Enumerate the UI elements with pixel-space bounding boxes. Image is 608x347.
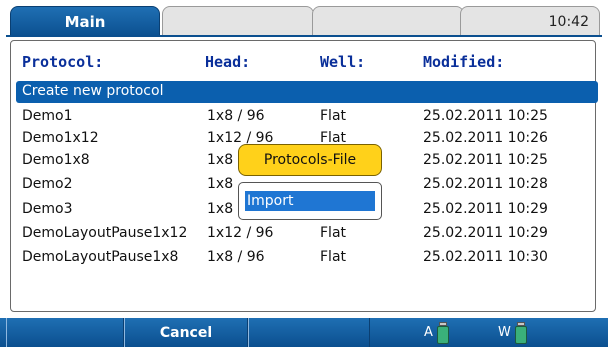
row-name: Demo3	[22, 201, 73, 217]
tab-underline	[6, 35, 602, 37]
row-name: Demo1x8	[22, 152, 90, 168]
row-head: 1x8 / 96	[207, 249, 265, 265]
tab-2[interactable]	[162, 6, 314, 37]
row-name: DemoLayoutPause1x12	[22, 225, 188, 241]
header-modified[interactable]: Modified:	[423, 53, 504, 71]
table-row[interactable]: DemoLayoutPause1x12 1x12 / 96 Flat 25.02…	[16, 223, 598, 245]
protocols-file-popup-title: Protocols-File	[238, 144, 382, 176]
row-well: Flat	[320, 108, 347, 124]
reservoir-a-status: A	[424, 318, 449, 347]
row-head: 1x12 / 96	[207, 225, 274, 241]
row-name: Demo1x12	[22, 130, 99, 146]
softkey-right[interactable]	[248, 318, 370, 347]
clock-tab: 10:42	[460, 6, 600, 36]
row-modified: 25.02.2011 10:29	[423, 201, 548, 217]
table-row[interactable]: DemoLayoutPause1x8 1x8 / 96 Flat 25.02.2…	[16, 247, 598, 269]
header-well[interactable]: Well:	[320, 53, 365, 71]
row-modified: 25.02.2011 10:25	[423, 152, 548, 168]
reservoir-w-label: W	[498, 325, 511, 340]
cancel-button[interactable]: Cancel	[124, 318, 248, 347]
bottle-icon	[514, 321, 527, 344]
row-modified: 25.02.2011 10:25	[423, 108, 548, 124]
header-head[interactable]: Head:	[205, 53, 250, 71]
row-modified: 25.02.2011 10:26	[423, 130, 548, 146]
row-well: Flat	[320, 225, 347, 241]
row-head: 1x8	[207, 201, 234, 217]
popup-title-label: Protocols-File	[263, 152, 357, 168]
reservoir-a-label: A	[424, 325, 433, 340]
row-modified: 25.02.2011 10:29	[423, 225, 548, 241]
header-protocol[interactable]: Protocol:	[22, 53, 103, 71]
protocols-file-popup-menu: Import	[238, 182, 382, 220]
row-create-new-protocol[interactable]: Create new protocol	[16, 81, 598, 103]
bottle-icon	[436, 321, 449, 344]
tab-main[interactable]: Main	[10, 6, 160, 37]
row-name: Demo1	[22, 108, 73, 124]
row-name: DemoLayoutPause1x8	[22, 249, 179, 265]
tab-bar: Main 10:42	[0, 0, 608, 37]
row-head: 1x8	[207, 176, 234, 192]
row-head: 1x8	[207, 152, 234, 168]
softkey-left[interactable]	[6, 318, 124, 347]
bottom-bar: Cancel A W	[0, 318, 608, 347]
clock: 10:42	[548, 13, 589, 30]
row-head: 1x8 / 96	[207, 108, 265, 124]
reservoir-w-status: W	[498, 318, 527, 347]
row-name: Demo2	[22, 176, 73, 192]
row-well: Flat	[320, 249, 347, 265]
row-name: Create new protocol	[22, 83, 164, 99]
tab-3[interactable]	[312, 6, 464, 37]
import-menu-item[interactable]: Import	[245, 191, 375, 211]
table-row[interactable]: Demo1 1x8 / 96 Flat 25.02.2011 10:25	[16, 106, 598, 128]
row-modified: 25.02.2011 10:28	[423, 176, 548, 192]
row-modified: 25.02.2011 10:30	[423, 249, 548, 265]
